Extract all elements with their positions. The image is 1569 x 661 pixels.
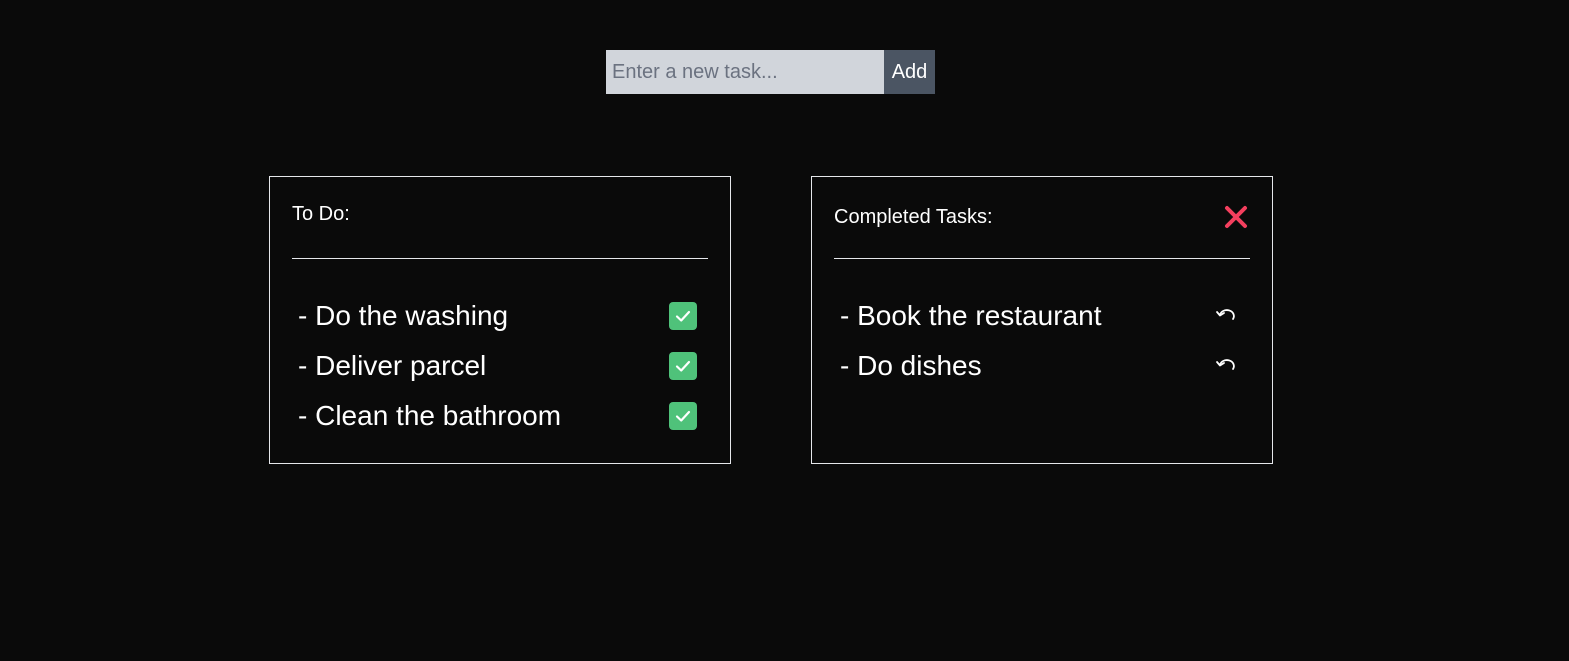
- new-task-form: Add: [606, 50, 935, 94]
- completed-divider: [834, 258, 1250, 259]
- completed-item: - Do dishes: [840, 341, 1239, 391]
- completed-title: Completed Tasks:: [834, 205, 993, 228]
- check-icon[interactable]: [669, 352, 697, 380]
- undo-icon[interactable]: [1213, 353, 1239, 379]
- add-button[interactable]: Add: [884, 50, 935, 94]
- completed-item-label: - Book the restaurant: [840, 300, 1102, 331]
- undo-icon[interactable]: [1213, 303, 1239, 329]
- check-icon[interactable]: [669, 302, 697, 330]
- todo-panel: To Do: - Do the washing - Deliver parcel…: [269, 176, 731, 464]
- todo-item: - Do the washing: [298, 291, 697, 341]
- completed-item: - Book the restaurant: [840, 291, 1239, 341]
- todo-title: To Do:: [292, 203, 350, 225]
- todo-list: - Do the washing - Deliver parcel - Clea…: [298, 291, 697, 441]
- check-icon[interactable]: [669, 402, 697, 430]
- completed-header: Completed Tasks:: [834, 203, 1250, 231]
- todo-item-label: - Clean the bathroom: [298, 400, 562, 431]
- completed-panel: Completed Tasks: - Book the restaurant -…: [811, 176, 1273, 464]
- todo-item: - Deliver parcel: [298, 341, 697, 391]
- todo-header: To Do:: [292, 203, 708, 226]
- completed-list: - Book the restaurant - Do dishes: [840, 291, 1239, 391]
- todo-item: - Clean the bathroom: [298, 391, 697, 441]
- close-icon[interactable]: [1222, 203, 1250, 231]
- completed-item-label: - Do dishes: [840, 350, 982, 381]
- todo-item-label: - Do the washing: [298, 300, 509, 331]
- todo-divider: [292, 258, 708, 259]
- todo-item-label: - Deliver parcel: [298, 350, 487, 381]
- new-task-input[interactable]: [606, 50, 884, 94]
